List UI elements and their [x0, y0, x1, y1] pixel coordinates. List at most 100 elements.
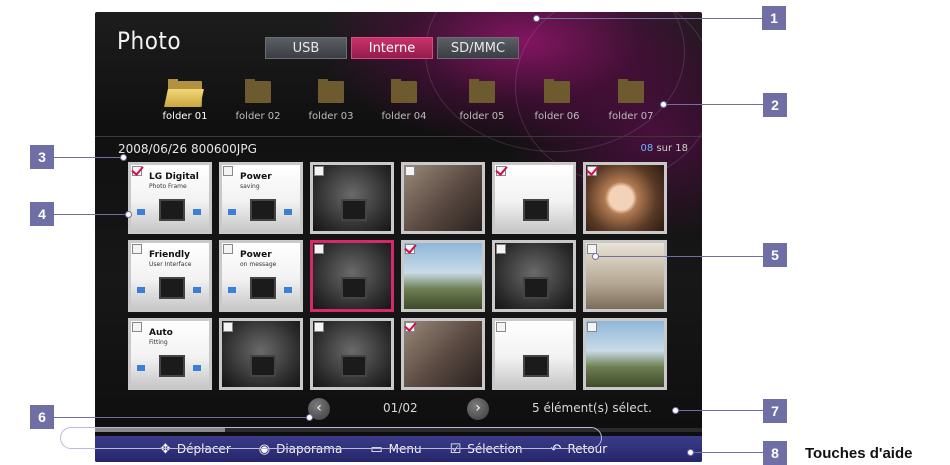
callout-leader — [675, 410, 763, 411]
callout-leader — [54, 417, 310, 418]
tab-interne[interactable]: Interne — [351, 37, 433, 59]
photo-thumbnail[interactable]: Power saving — [219, 162, 303, 234]
checkbox-icon[interactable] — [496, 244, 506, 254]
app-title: Photo — [117, 27, 182, 55]
icon-illustration — [284, 209, 292, 215]
thumbnail-image — [313, 243, 391, 309]
photo-frame-illustration — [159, 277, 185, 299]
photo-thumbnail[interactable]: LG Digital Photo Frame — [128, 162, 212, 234]
photo-frame-illustration — [341, 199, 367, 221]
folder-icon — [316, 79, 346, 105]
checkbox-icon[interactable] — [496, 322, 506, 332]
checkbox-icon[interactable] — [405, 166, 415, 176]
photo-frame-illustration — [159, 199, 185, 221]
photo-thumbnail[interactable] — [583, 240, 667, 312]
folder-item[interactable]: folder 07 — [596, 79, 666, 122]
checkbox-icon[interactable] — [223, 322, 233, 332]
thumbnail-caption: Friendly User Interface — [149, 251, 191, 269]
photo-thumbnail[interactable] — [492, 318, 576, 390]
help-keys-caption: Touches d'aide — [805, 445, 913, 462]
checkbox-icon[interactable] — [132, 322, 142, 332]
folder-label: folder 03 — [308, 111, 354, 122]
photo-thumbnail[interactable] — [583, 162, 667, 234]
photo-frame-illustration — [523, 199, 549, 221]
thumbnail-caption-title: Power — [240, 172, 272, 182]
folder-label: folder 05 — [459, 111, 505, 122]
icon-illustration — [193, 287, 201, 293]
tab-sd-mmc[interactable]: SD/MMC — [437, 37, 519, 59]
checkbox-icon[interactable] — [587, 322, 597, 332]
thumbnail-caption-title: Auto — [149, 328, 173, 338]
thumbnail-caption-title: Power — [240, 250, 272, 260]
callout-leader — [537, 18, 762, 19]
photo-thumbnail[interactable] — [583, 318, 667, 390]
photo-thumbnail[interactable] — [310, 240, 394, 312]
callout-leader — [663, 104, 763, 105]
checkbox-icon[interactable] — [314, 166, 324, 176]
photo-frame-illustration — [250, 199, 276, 221]
photo-browser-screen: Photo USB Interne SD/MMC folder 01 folde… — [95, 12, 702, 462]
icon-illustration — [137, 365, 145, 371]
folder-icon — [616, 79, 646, 105]
callout-leader — [54, 157, 124, 158]
photo-thumbnail[interactable] — [492, 240, 576, 312]
thumbnail-image — [222, 321, 300, 387]
photo-thumbnail[interactable] — [401, 162, 485, 234]
callout-dot — [592, 253, 599, 260]
icon-illustration — [193, 365, 201, 371]
folder-item[interactable]: folder 03 — [296, 79, 366, 122]
divider — [95, 136, 702, 137]
thumbnail-caption: Power saving — [240, 173, 272, 191]
photo-thumbnail[interactable] — [310, 162, 394, 234]
chevron-right-icon[interactable]: › — [467, 398, 489, 420]
photo-thumbnail[interactable] — [401, 318, 485, 390]
tab-usb[interactable]: USB — [265, 37, 347, 59]
callout-dot — [125, 211, 132, 218]
callout-dot — [687, 449, 694, 456]
folder-item[interactable]: folder 01 — [150, 79, 220, 122]
thumbnail-caption-sub: on message — [240, 261, 277, 268]
folder-list: folder 01 folder 02 folder 03 folder 04 … — [150, 79, 680, 129]
checkbox-icon[interactable] — [223, 166, 233, 176]
checked-checkbox-icon[interactable] — [132, 166, 142, 176]
photo-frame-illustration — [250, 277, 276, 299]
photo-thumbnail[interactable] — [401, 240, 485, 312]
callout-7: 7 — [763, 399, 787, 423]
thumbnail-image — [495, 243, 573, 309]
callout-dot — [120, 154, 127, 161]
selection-status: 5 élément(s) sélect. — [532, 401, 652, 415]
thumbnail-caption-sub: saving — [240, 183, 260, 190]
page-number: 01/02 — [383, 401, 418, 415]
thumbnail-grid: LG Digital Photo Frame Power saving Friendly… — [128, 162, 673, 397]
photo-thumbnail[interactable] — [310, 318, 394, 390]
checked-checkbox-icon[interactable] — [496, 166, 506, 176]
photo-counter: 08 sur 18 — [641, 143, 688, 154]
photo-thumbnail[interactable] — [492, 162, 576, 234]
checkbox-icon[interactable] — [314, 322, 324, 332]
thumbnail-caption-sub: User Interface — [149, 261, 192, 268]
folder-item[interactable]: folder 02 — [223, 79, 293, 122]
folder-label: folder 06 — [534, 111, 580, 122]
checkbox-icon[interactable] — [132, 244, 142, 254]
thumbnail-caption: Power on message — [240, 251, 276, 269]
callout-dot — [660, 101, 667, 108]
callout-dot — [672, 407, 679, 414]
photo-thumbnail[interactable]: Friendly User Interface — [128, 240, 212, 312]
checkbox-icon[interactable] — [223, 244, 233, 254]
checked-checkbox-icon[interactable] — [405, 244, 415, 254]
callout-6: 6 — [30, 405, 54, 429]
checkbox-icon[interactable] — [314, 244, 324, 254]
photo-thumbnail[interactable]: Auto Fitting — [128, 318, 212, 390]
icon-illustration — [193, 209, 201, 215]
folder-item[interactable]: folder 06 — [522, 79, 592, 122]
checked-checkbox-icon[interactable] — [587, 166, 597, 176]
photo-thumbnail[interactable] — [219, 318, 303, 390]
folder-item[interactable]: folder 05 — [447, 79, 517, 122]
checked-checkbox-icon[interactable] — [405, 322, 415, 332]
photo-frame-illustration — [523, 355, 549, 377]
callout-leader — [597, 256, 763, 257]
folder-item[interactable]: folder 04 — [369, 79, 439, 122]
photo-thumbnail[interactable]: Power on message — [219, 240, 303, 312]
thumbnail-caption-sub: Photo Frame — [149, 183, 187, 190]
callout-dot — [306, 414, 313, 421]
